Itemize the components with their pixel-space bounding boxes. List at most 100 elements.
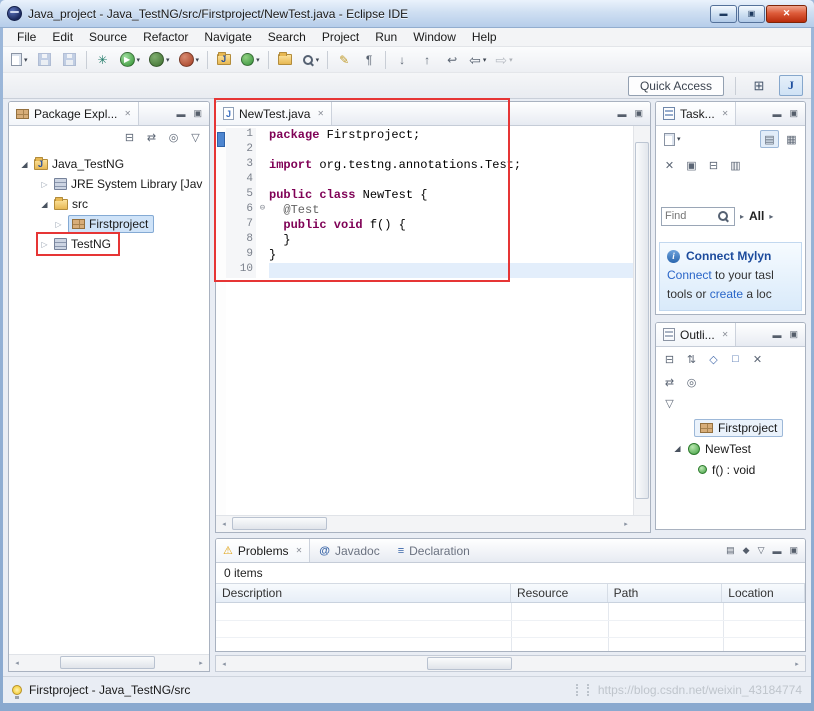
- scrollbar-track[interactable]: [25, 655, 193, 671]
- new-java-project-button[interactable]: J: [212, 49, 236, 71]
- code-area[interactable]: 1 package Firstproject; 2 3 import org.tes…: [216, 126, 650, 515]
- new-task-button[interactable]: ▾: [660, 128, 685, 150]
- minimize-window-button[interactable]: ▬: [710, 4, 737, 23]
- problems-table-body[interactable]: [216, 603, 805, 651]
- menu-navigate[interactable]: Navigate: [196, 29, 259, 45]
- find-box[interactable]: [661, 206, 735, 226]
- hide-fields-button[interactable]: ◇: [704, 350, 723, 368]
- fold-marker[interactable]: ⊖: [256, 203, 269, 218]
- scrollbar-track[interactable]: [232, 656, 789, 671]
- minimize-view-button[interactable]: ▬: [772, 546, 781, 556]
- menu-refactor[interactable]: Refactor: [135, 29, 196, 45]
- focus-button[interactable]: ◎: [682, 373, 701, 391]
- link-with-editor-button[interactable]: ⇄: [660, 373, 679, 391]
- editor-body[interactable]: 1 package Firstproject; 2 3 import org.tes…: [216, 126, 650, 515]
- close-window-button[interactable]: ✕: [766, 4, 807, 23]
- close-icon[interactable]: ✕: [722, 109, 729, 118]
- connect-link[interactable]: Connect: [667, 268, 712, 282]
- editor-hscrollbar[interactable]: ◂ ▸: [216, 515, 650, 532]
- restore-window-button[interactable]: ▣: [738, 4, 765, 23]
- close-icon[interactable]: ✕: [124, 109, 131, 118]
- scroll-left-button[interactable]: ◂: [216, 516, 232, 532]
- menu-window[interactable]: Window: [405, 29, 464, 45]
- annotation-ruler[interactable]: [216, 126, 226, 515]
- menu-file[interactable]: File: [9, 29, 44, 45]
- run-button[interactable]: ▶ ▾: [116, 49, 145, 71]
- editor-vscrollbar[interactable]: ▴ ▾: [633, 126, 650, 515]
- column-description[interactable]: Description: [216, 584, 511, 602]
- expanded-arrow-icon[interactable]: ◢: [19, 160, 30, 169]
- mark-complete-button[interactable]: ▣: [682, 156, 701, 174]
- last-edit-location-button[interactable]: ↩: [440, 49, 464, 71]
- selected-outline-item[interactable]: Firstproject: [694, 418, 784, 437]
- column-location[interactable]: Location: [722, 584, 805, 602]
- outline-item-package[interactable]: Firstproject: [656, 417, 805, 438]
- scroll-right-button[interactable]: ▸: [789, 656, 805, 671]
- maximize-view-button[interactable]: ▣: [789, 545, 798, 556]
- tree-item-src[interactable]: ◢ src: [9, 194, 209, 214]
- tab-declaration[interactable]: ≡ Declaration: [389, 539, 479, 562]
- menu-source[interactable]: Source: [81, 29, 135, 45]
- package-explorer-hscrollbar[interactable]: ◂ ▸: [9, 654, 209, 671]
- create-link[interactable]: create: [710, 287, 743, 301]
- view-menu-button[interactable]: ▽: [186, 128, 205, 146]
- scrollbar-thumb[interactable]: [427, 657, 512, 670]
- open-type-button[interactable]: [273, 49, 297, 71]
- tab-problems[interactable]: ⚠ Problems ✕: [216, 539, 311, 562]
- sort-button[interactable]: ⇅: [682, 350, 701, 368]
- working-set-all-link[interactable]: All: [749, 209, 764, 223]
- expanded-arrow-icon[interactable]: ◢: [672, 444, 683, 453]
- mark-occurrences-button[interactable]: ✎: [332, 49, 356, 71]
- profile-button[interactable]: ▾: [175, 49, 204, 71]
- next-annotation-button[interactable]: ↓: [390, 49, 414, 71]
- close-icon[interactable]: ✕: [722, 330, 729, 339]
- scheduled-view-button[interactable]: ▦: [782, 130, 801, 148]
- column-resource[interactable]: Resource: [511, 584, 608, 602]
- maximize-view-button[interactable]: ▣: [789, 329, 798, 340]
- maximize-view-button[interactable]: ▣: [193, 108, 202, 119]
- tree-item-java-testng[interactable]: ◢ J Java_TestNG: [9, 154, 209, 174]
- scroll-left-button[interactable]: ◂: [9, 655, 25, 671]
- close-icon[interactable]: ✕: [296, 546, 303, 555]
- maximize-view-button[interactable]: ▣: [789, 108, 798, 119]
- tab-javadoc[interactable]: @ Javadoc: [310, 539, 388, 562]
- hide-static-members-button[interactable]: □: [726, 350, 745, 368]
- minimize-view-button[interactable]: ▬: [617, 109, 626, 119]
- minimize-view-button[interactable]: ▬: [772, 330, 781, 340]
- scroll-right-button[interactable]: ▸: [193, 655, 209, 671]
- expanded-arrow-icon[interactable]: ◢: [39, 200, 50, 209]
- scrollbar-thumb[interactable]: [635, 142, 649, 499]
- collapsed-arrow-icon[interactable]: ▷: [39, 240, 50, 249]
- back-button[interactable]: ⇦ ▾: [465, 49, 490, 71]
- save-all-button[interactable]: [58, 49, 82, 71]
- tab-package-explorer[interactable]: Package Expl... ✕: [9, 102, 140, 125]
- minimize-view-button[interactable]: ▬: [176, 109, 185, 119]
- scroll-right-button[interactable]: ▸: [618, 516, 634, 532]
- maximize-view-button[interactable]: ▣: [634, 108, 643, 119]
- outline-item-method[interactable]: f() : void: [656, 459, 805, 480]
- menu-search[interactable]: Search: [260, 29, 314, 45]
- tree-item-testng[interactable]: ▷ TestNG: [9, 234, 209, 254]
- show-whitespace-button[interactable]: ¶: [357, 49, 381, 71]
- filter-button[interactable]: ◆: [743, 545, 750, 556]
- close-icon[interactable]: ✕: [317, 109, 324, 118]
- view-menu-button[interactable]: ▽: [660, 394, 679, 412]
- collapse-all-button[interactable]: ⊟: [660, 350, 679, 368]
- menu-project[interactable]: Project: [314, 29, 367, 45]
- save-button[interactable]: [33, 49, 57, 71]
- delete-task-button[interactable]: ✕: [660, 156, 679, 174]
- forward-button[interactable]: ⇨ ▾: [491, 49, 516, 71]
- new-testng-class-button[interactable]: ▾: [237, 49, 264, 71]
- hide-non-public-button[interactable]: ✕: [748, 350, 767, 368]
- java-perspective-button[interactable]: J: [779, 75, 803, 96]
- task-repositories-button[interactable]: ▥: [726, 156, 745, 174]
- coverage-button[interactable]: ▾: [145, 49, 174, 71]
- quick-access-input[interactable]: Quick Access: [627, 75, 724, 96]
- selected-tree-item[interactable]: Firstproject: [68, 215, 155, 233]
- open-perspective-button[interactable]: ⊞: [747, 75, 771, 96]
- menu-edit[interactable]: Edit: [44, 29, 81, 45]
- tab-outline[interactable]: Outli... ✕: [656, 323, 737, 346]
- tree-item-jre-library[interactable]: ▷ JRE System Library [Jav: [9, 174, 209, 194]
- tree-item-firstproject[interactable]: ▷ Firstproject: [9, 214, 209, 234]
- collapsed-arrow-icon[interactable]: ▷: [39, 180, 50, 189]
